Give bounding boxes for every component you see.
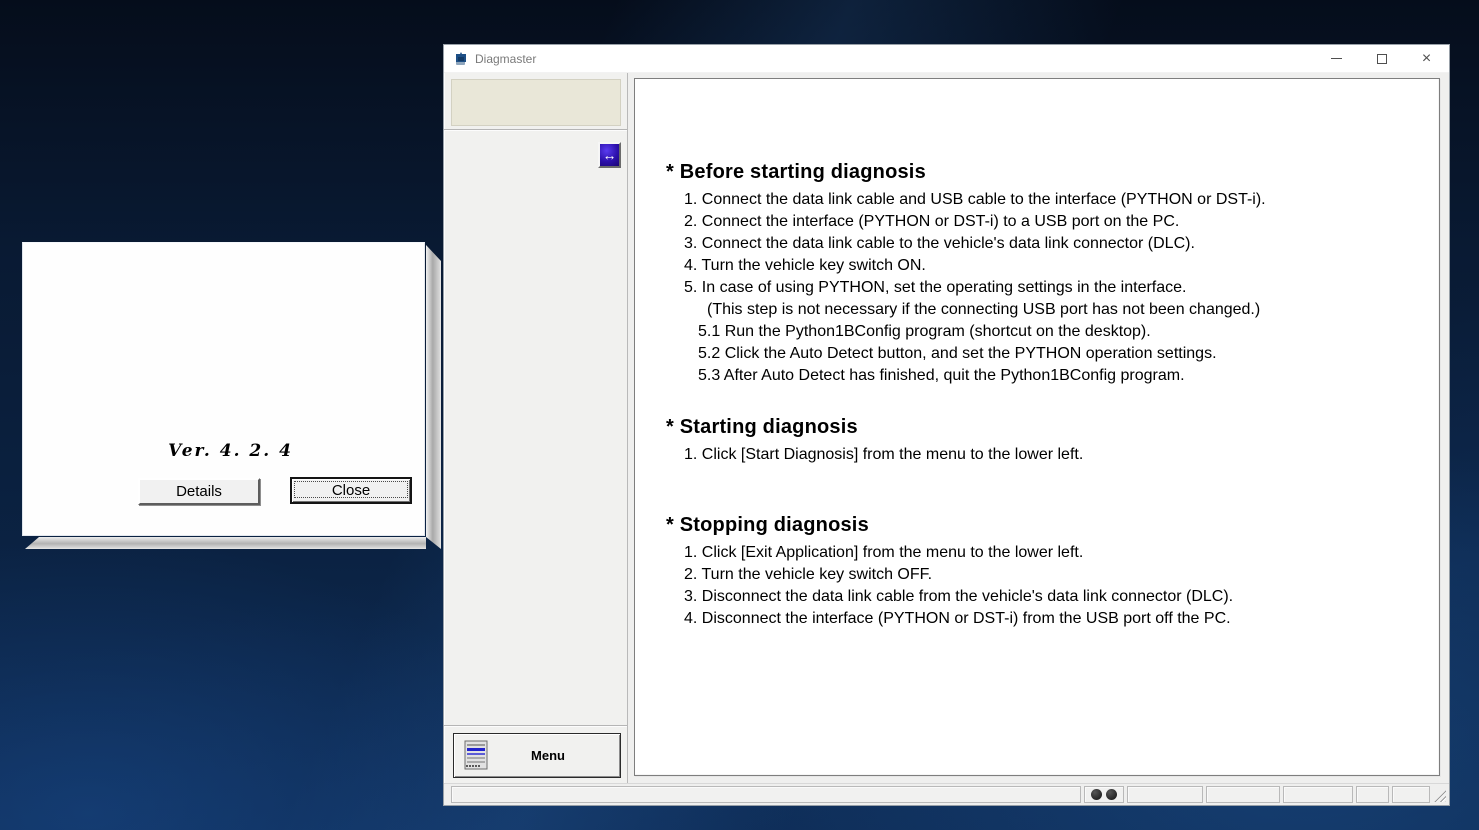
content-wrap: * Before starting diagnosis 1. Connect th… [628, 73, 1449, 783]
instruction-line: 1. Click [Start Diagnosis] from the menu… [635, 444, 1439, 466]
minimize-button[interactable] [1314, 45, 1359, 72]
menu-button-label: Menu [490, 748, 620, 763]
dialog-bevel-bottom [25, 537, 426, 549]
sidebar-divider [444, 725, 627, 727]
status-panel [1283, 786, 1353, 803]
instruction-line: 2. Turn the vehicle key switch OFF. [635, 564, 1439, 586]
instruction-line: 3. Connect the data link cable to the ve… [635, 233, 1439, 255]
dialog-close-button[interactable]: Close [290, 477, 412, 504]
instruction-line: 3. Disconnect the data link cable from t… [635, 586, 1439, 608]
instruction-line: 5.3 After Auto Detect has finished, quit… [635, 365, 1439, 387]
collapse-sidebar-button[interactable]: ↔ [598, 142, 621, 168]
led-panel [1084, 786, 1124, 803]
status-panel [1206, 786, 1280, 803]
maximize-icon [1377, 54, 1387, 64]
instructions: * Before starting diagnosis 1. Connect th… [635, 79, 1439, 630]
version-label: Ver. 4. 2. 4 [23, 441, 424, 461]
status-panel [1127, 786, 1203, 803]
details-button[interactable]: Details [138, 478, 260, 505]
minimize-icon [1331, 58, 1342, 59]
app-window: Diagmaster × ↔ [443, 44, 1450, 806]
dialog-bevel-right [426, 245, 441, 549]
window-title: Diagmaster [475, 52, 1314, 66]
instruction-section: * Stopping diagnosis 1. Click [Exit Appli… [635, 511, 1439, 630]
sidebar: ↔ Menu [444, 73, 628, 783]
menu-button[interactable]: Menu [453, 733, 621, 778]
menu-icon [464, 740, 490, 772]
instruction-section: * Starting diagnosis 1. Click [Start Diag… [635, 413, 1439, 466]
status-panel [1392, 786, 1430, 803]
maximize-button[interactable] [1359, 45, 1404, 72]
close-icon: × [1422, 51, 1431, 67]
instruction-line: 1. Click [Exit Application] from the men… [635, 542, 1439, 564]
content-area: * Before starting diagnosis 1. Connect th… [634, 78, 1440, 776]
section-heading: * Before starting diagnosis [635, 158, 1439, 186]
main-row: ↔ Menu * Before [444, 73, 1449, 783]
instruction-line: 5.1 Run the Python1BConfig program (shor… [635, 321, 1439, 343]
status-panel [1356, 786, 1389, 803]
instruction-line: 5. In case of using PYTHON, set the oper… [635, 277, 1439, 299]
sidebar-divider [444, 129, 627, 131]
status-bar [444, 783, 1449, 805]
instruction-line: 4. Turn the vehicle key switch ON. [635, 255, 1439, 277]
instruction-line: 2. Connect the interface (PYTHON or DST-… [635, 211, 1439, 233]
window-controls: × [1314, 45, 1449, 72]
version-dialog: Ver. 4. 2. 4 Details Close [22, 242, 425, 536]
left-right-arrows-icon: ↔ [603, 147, 617, 163]
app-icon [453, 51, 469, 67]
dialog-close-button-label: Close [294, 481, 408, 498]
led-indicator [1106, 789, 1117, 800]
sidebar-header-box [451, 79, 621, 126]
status-panel-main [451, 786, 1081, 803]
desktop: { "version_dialog": { "version_label": "… [0, 0, 1479, 830]
window-close-button[interactable]: × [1404, 45, 1449, 72]
instruction-line: (This step is not necessary if the conne… [635, 299, 1439, 321]
instruction-line: 5.2 Click the Auto Detect button, and se… [635, 343, 1439, 365]
section-heading: * Starting diagnosis [635, 413, 1439, 441]
instruction-line: 4. Disconnect the interface (PYTHON or D… [635, 608, 1439, 630]
section-heading: * Stopping diagnosis [635, 511, 1439, 539]
instruction-section: * Before starting diagnosis 1. Connect th… [635, 158, 1439, 387]
titlebar: Diagmaster × [444, 45, 1449, 73]
led-indicator [1091, 789, 1102, 800]
resize-grip-icon[interactable] [1433, 786, 1447, 803]
instruction-line: 1. Connect the data link cable and USB c… [635, 189, 1439, 211]
